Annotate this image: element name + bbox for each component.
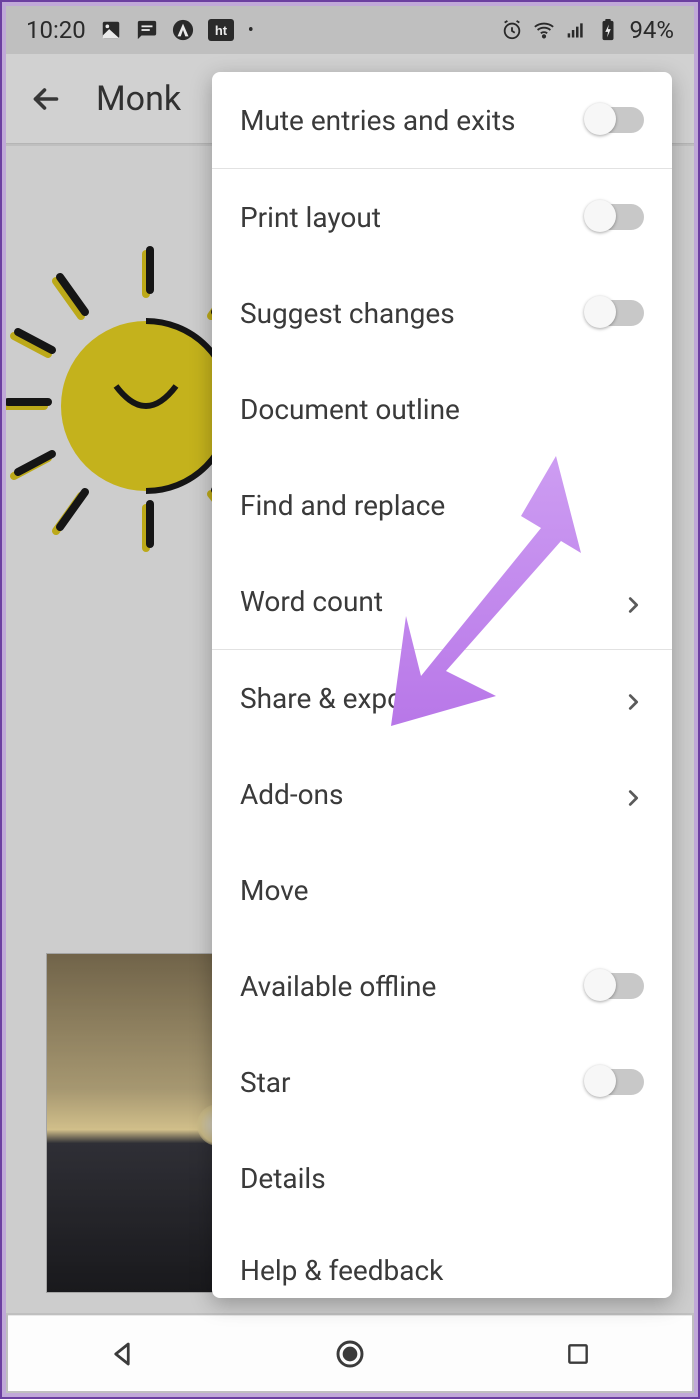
menu-label: Move bbox=[240, 874, 308, 907]
dot-icon: • bbox=[248, 20, 254, 41]
menu-label: Document outline bbox=[240, 393, 460, 426]
image-icon bbox=[100, 19, 122, 41]
document-title[interactable]: Monk bbox=[96, 79, 181, 119]
menu-label: Details bbox=[240, 1162, 326, 1195]
menu-label: Help & feedback bbox=[240, 1254, 443, 1287]
toggle-suggest-changes[interactable] bbox=[588, 300, 644, 326]
menu-add-ons[interactable]: Add-ons bbox=[212, 746, 672, 842]
ht-icon: ht bbox=[208, 19, 234, 41]
menu-label: Print layout bbox=[240, 201, 381, 234]
menu-details[interactable]: Details bbox=[212, 1130, 672, 1226]
chevron-right-icon bbox=[622, 590, 644, 612]
menu-label: Word count bbox=[240, 585, 383, 618]
nav-recent-button[interactable] bbox=[558, 1334, 598, 1374]
overflow-menu: Mute entries and exits Print layout Sugg… bbox=[212, 72, 672, 1298]
back-button[interactable] bbox=[26, 79, 66, 119]
chevron-right-icon bbox=[622, 687, 644, 709]
menu-print-layout[interactable]: Print layout bbox=[212, 169, 672, 265]
toggle-star[interactable] bbox=[588, 1069, 644, 1095]
toggle-offline[interactable] bbox=[588, 973, 644, 999]
battery-icon bbox=[597, 19, 619, 41]
menu-label: Find and replace bbox=[240, 489, 445, 522]
wifi-icon bbox=[533, 19, 555, 41]
menu-find-replace[interactable]: Find and replace bbox=[212, 457, 672, 553]
menu-label: Share & export bbox=[240, 682, 422, 715]
chevron-right-icon bbox=[622, 783, 644, 805]
svg-text:ht: ht bbox=[215, 23, 228, 38]
menu-label: Star bbox=[240, 1066, 291, 1099]
toggle-print-layout[interactable] bbox=[588, 204, 644, 230]
status-bar: 10:20 ht • bbox=[6, 6, 694, 54]
menu-suggest-changes[interactable]: Suggest changes bbox=[212, 265, 672, 361]
menu-label: Add-ons bbox=[240, 778, 343, 811]
alarm-icon bbox=[501, 19, 523, 41]
toggle-mute[interactable] bbox=[588, 107, 644, 133]
message-icon bbox=[136, 19, 158, 41]
menu-help-feedback[interactable]: Help & feedback bbox=[212, 1226, 672, 1298]
menu-available-offline[interactable]: Available offline bbox=[212, 938, 672, 1034]
battery-text: 94% bbox=[629, 16, 674, 44]
menu-move[interactable]: Move bbox=[212, 842, 672, 938]
menu-label: Suggest changes bbox=[240, 297, 455, 330]
system-navbar bbox=[8, 1315, 692, 1391]
menu-document-outline[interactable]: Document outline bbox=[212, 361, 672, 457]
nav-home-button[interactable] bbox=[330, 1334, 370, 1374]
app-a-icon bbox=[172, 19, 194, 41]
menu-label: Mute entries and exits bbox=[240, 104, 515, 137]
clock-text: 10:20 bbox=[26, 16, 86, 44]
signal-icon bbox=[565, 19, 587, 41]
menu-star[interactable]: Star bbox=[212, 1034, 672, 1130]
nav-back-button[interactable] bbox=[102, 1334, 142, 1374]
menu-word-count[interactable]: Word count bbox=[212, 553, 672, 649]
menu-share-export[interactable]: Share & export bbox=[212, 650, 672, 746]
menu-label: Available offline bbox=[240, 970, 436, 1003]
menu-mute-entries[interactable]: Mute entries and exits bbox=[212, 72, 672, 168]
